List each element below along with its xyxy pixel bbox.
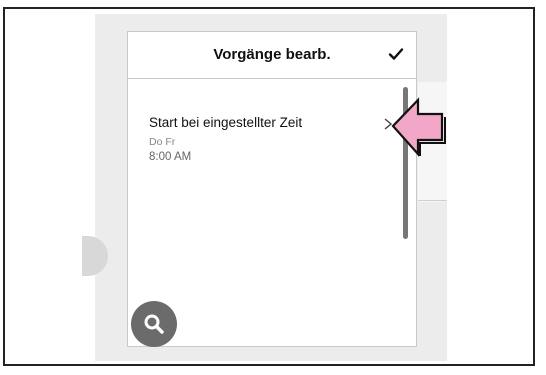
search-button[interactable]	[131, 301, 177, 347]
callout-arrow-icon	[391, 97, 446, 157]
check-icon[interactable]	[386, 44, 406, 64]
panel-header: Vorgänge bearb.	[128, 32, 416, 79]
item-days: Do Fr	[149, 136, 176, 148]
background-divider	[418, 200, 447, 201]
item-time: 8:00 AM	[149, 151, 192, 163]
panel-title: Vorgänge bearb.	[213, 46, 331, 63]
item-title: Start bei eingestellter Zeit	[149, 115, 303, 130]
search-icon	[144, 314, 164, 334]
edit-operations-panel: Vorgänge bearb. Start bei eingestellter …	[127, 31, 417, 347]
list-item-start-at-set-time[interactable]: Start bei eingestellter Zeit Do Fr 8:00 …	[128, 80, 398, 163]
